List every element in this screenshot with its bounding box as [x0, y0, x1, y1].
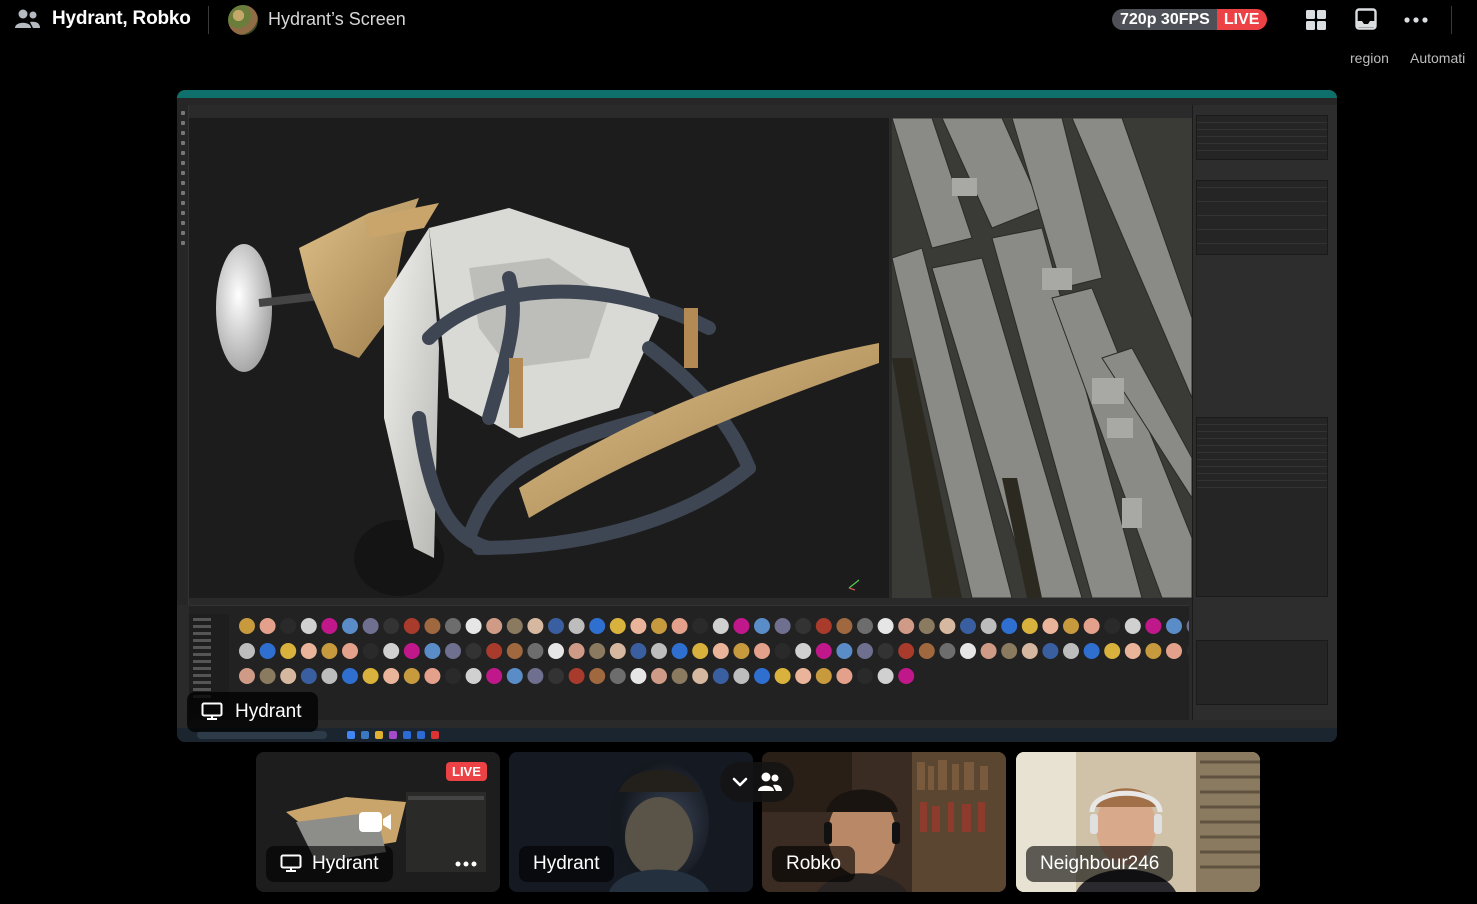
3d-viewport [189, 118, 889, 598]
participant-name: Hydrant [312, 853, 379, 874]
screen-share-stream[interactable] [177, 90, 1337, 742]
automation-label[interactable]: Automati [1410, 50, 1465, 66]
uv-viewport [892, 118, 1192, 598]
participant-tile-hydrant[interactable]: Hydrant [509, 752, 753, 892]
presenter-name: Hydrant [235, 701, 302, 722]
chevron-down-icon [732, 777, 748, 787]
participant-tile-robko[interactable]: Robko [762, 752, 1006, 892]
toggle-participants-button[interactable] [720, 762, 794, 802]
monitor-icon [280, 854, 302, 872]
participant-name: Neighbour246 [1040, 853, 1160, 874]
participant-name: Robko [786, 853, 841, 874]
inbox-icon[interactable] [1355, 8, 1377, 30]
shared-app-toolbar [177, 105, 189, 605]
participant-name: Hydrant [533, 853, 600, 874]
header-divider [208, 6, 209, 34]
shared-app-side-panel [1192, 105, 1337, 720]
participant-tag: Robko [772, 846, 855, 882]
users-icon [758, 772, 782, 791]
presenter-tag: Hydrant [187, 692, 318, 732]
region-label[interactable]: region [1350, 50, 1389, 66]
tile-live-badge: LIVE [446, 762, 487, 781]
avatar [228, 5, 258, 35]
material-shelf [189, 605, 1189, 720]
live-badge: LIVE [1216, 9, 1268, 30]
users-icon[interactable] [14, 8, 40, 30]
more-dots-icon[interactable] [454, 860, 478, 868]
monitor-icon [201, 702, 223, 720]
participant-tag: Hydrant [519, 846, 614, 882]
top-bar: Hydrant, Robko Hydrant’s Screen 720p 30F… [0, 0, 1477, 66]
channel-title: Hydrant, Robko [52, 8, 191, 29]
participant-tag: Neighbour246 [1026, 846, 1174, 882]
participant-tile-neighbour246[interactable]: Neighbour246 [1016, 752, 1260, 892]
stream-resolution: 720p 30FPS [1112, 9, 1217, 30]
shared-app-menubar [177, 98, 1337, 105]
more-dots-icon[interactable] [1403, 9, 1429, 31]
video-camera-icon[interactable] [358, 809, 392, 835]
participant-tag: Hydrant [266, 846, 393, 882]
shared-app-titlebar [177, 90, 1337, 98]
grid-layout-icon[interactable] [1305, 9, 1327, 31]
stream-quality-badge: 720p 30FPS LIVE [1112, 9, 1268, 30]
shared-os-taskbar [177, 728, 1337, 742]
screen-title: Hydrant’s Screen [268, 9, 406, 29]
header-divider-right [1451, 6, 1452, 34]
participant-tile-screen[interactable]: LIVE Hydrant [256, 752, 500, 892]
